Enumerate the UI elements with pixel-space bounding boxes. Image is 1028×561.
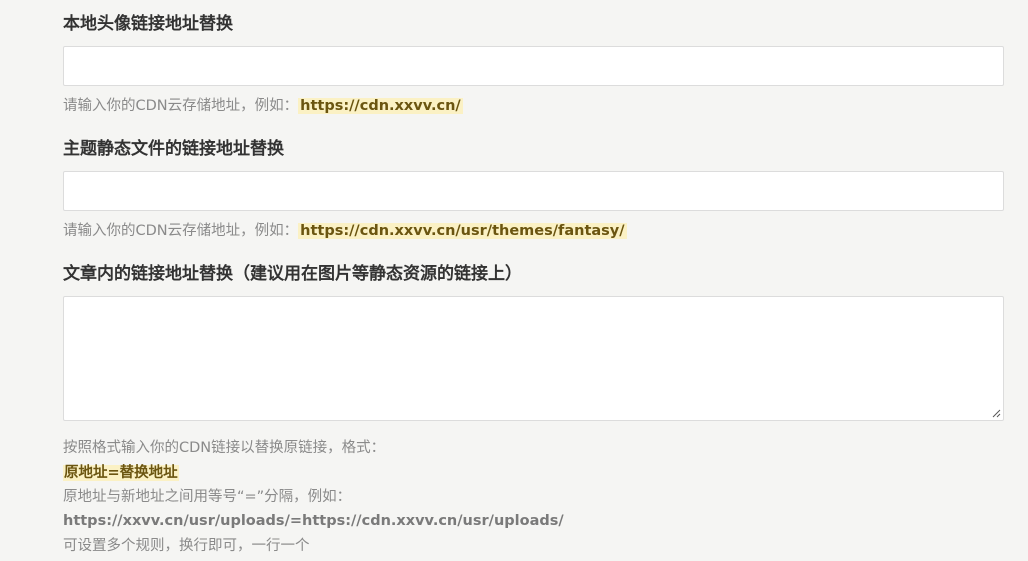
theme-static-cdn-hint-example: https://cdn.xxvv.cn/usr/themes/fantasy/: [298, 223, 627, 239]
avatar-cdn-hint: 请输入你的CDN云存储地址，例如： https://cdn.xxvv.cn/: [63, 96, 463, 116]
article-link-replace-hint-format: 原地址=替换地址: [63, 465, 179, 481]
article-link-replace-textarea-wrap: [63, 296, 1004, 421]
article-link-replace-textarea[interactable]: [63, 296, 1004, 421]
resize-grip-icon[interactable]: [991, 408, 1001, 418]
theme-static-cdn-label: 主题静态文件的链接地址替换: [63, 139, 284, 159]
article-link-replace-hint-line3: 原地址与新地址之间用等号“=”分隔，例如：: [63, 489, 352, 505]
avatar-cdn-input[interactable]: [63, 46, 1004, 86]
avatar-cdn-label: 本地头像链接地址替换: [63, 14, 233, 34]
article-link-replace-hint-format-row: 原地址=替换地址: [63, 463, 179, 483]
article-link-replace-label: 文章内的链接地址替换（建议用在图片等静态资源的链接上）: [63, 264, 522, 284]
article-link-replace-hint-example: https://xxvv.cn/usr/uploads/=https://cdn…: [63, 513, 564, 529]
avatar-cdn-hint-example: https://cdn.xxvv.cn/: [298, 98, 463, 114]
theme-static-cdn-input[interactable]: [63, 171, 1004, 211]
article-link-replace-hint-line1: 按照格式输入你的CDN链接以替换原链接，格式：: [63, 440, 386, 456]
avatar-cdn-hint-text: 请输入你的CDN云存储地址，例如：: [63, 98, 299, 114]
theme-static-cdn-hint-text: 请输入你的CDN云存储地址，例如：: [63, 223, 299, 239]
theme-static-cdn-hint: 请输入你的CDN云存储地址，例如： https://cdn.xxvv.cn/usr…: [63, 221, 627, 241]
article-link-replace-hint-line5: 可设置多个规则，换行即可，一行一个: [63, 538, 310, 554]
